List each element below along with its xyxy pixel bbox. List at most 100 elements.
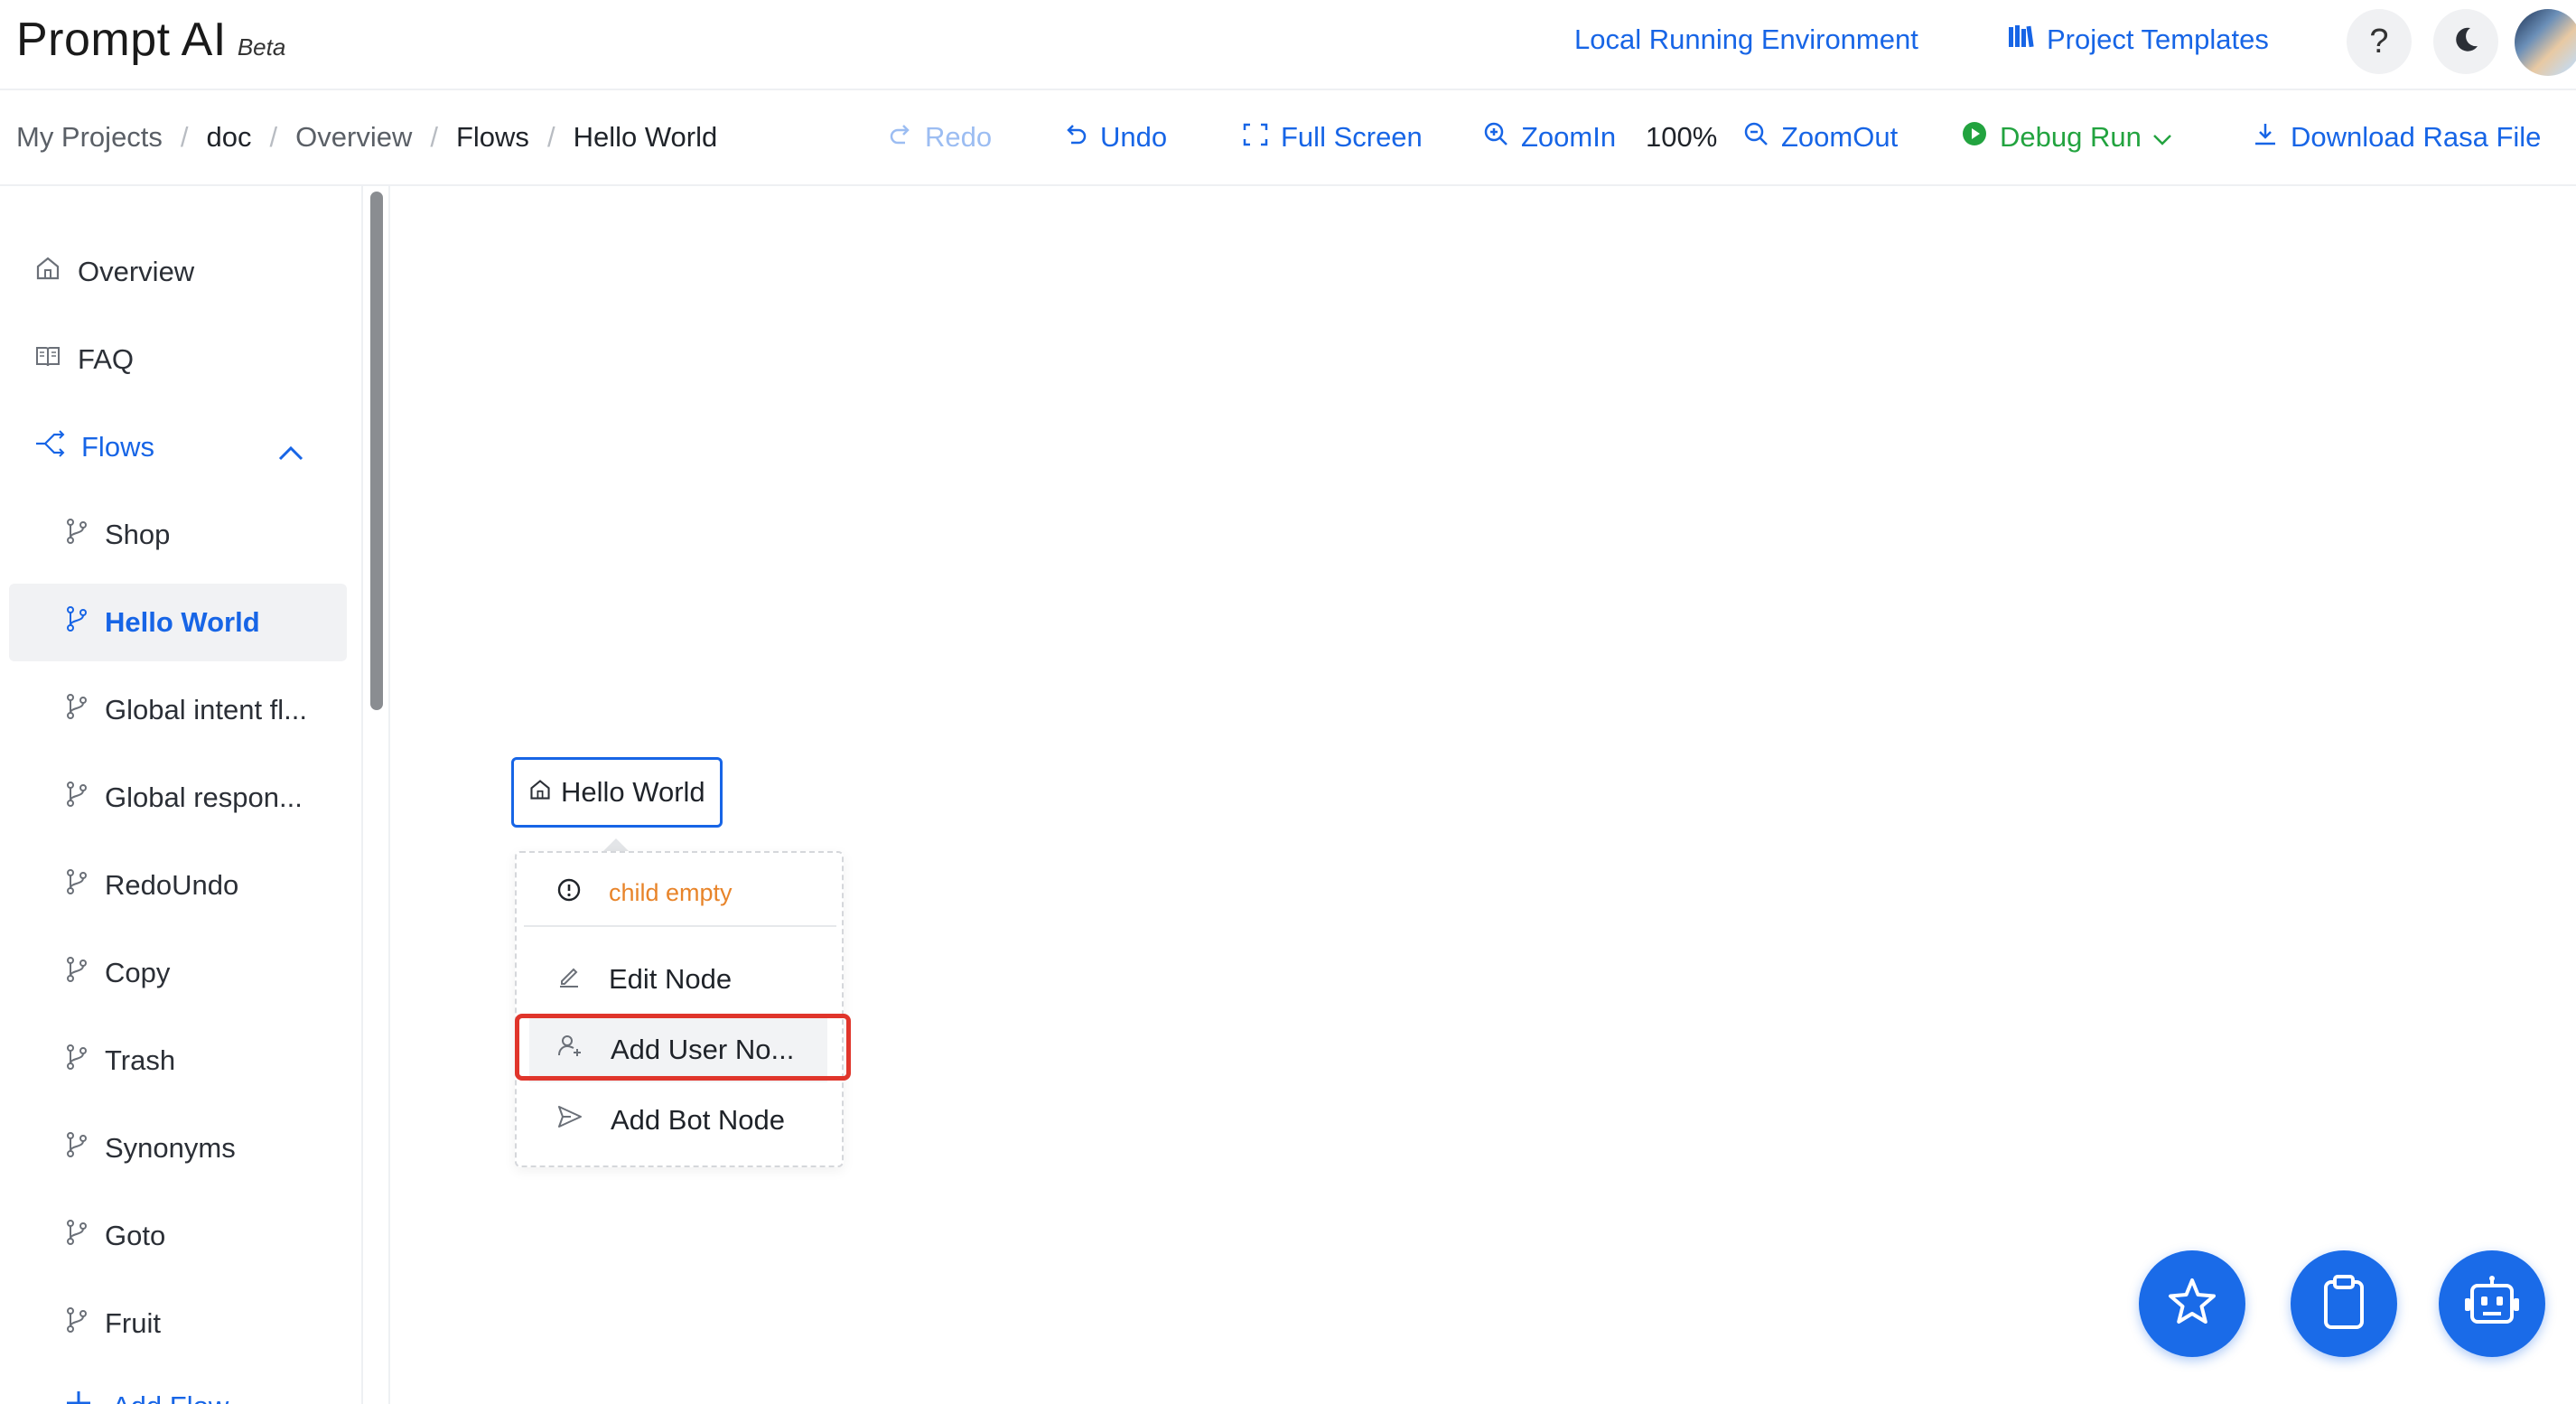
breadcrumb-flows[interactable]: Flows <box>456 121 529 154</box>
flow-label: Synonyms <box>105 1132 236 1164</box>
menu-item-add-bot-node[interactable]: Add Bot Node <box>529 1088 827 1153</box>
fullscreen-button[interactable]: Full Screen <box>1243 121 1423 154</box>
bot-assistant-button[interactable] <box>2439 1250 2545 1357</box>
fullscreen-icon <box>1243 121 1281 154</box>
undo-label: Undo <box>1100 121 1168 153</box>
zoom-out-button[interactable]: ZoomOut <box>1743 121 1898 154</box>
sidebar-flow-item-active[interactable]: Hello World <box>9 584 347 661</box>
flow-label: Trash <box>105 1044 176 1076</box>
menu-divider <box>524 925 836 927</box>
project-templates-link[interactable]: Project Templates <box>2007 23 2269 56</box>
add-flow-label: Add Flow <box>112 1390 229 1404</box>
flow-label: Fruit <box>105 1307 161 1339</box>
download-rasa-button[interactable]: Download Rasa File <box>2253 121 2541 154</box>
branch-icon <box>65 956 105 990</box>
breadcrumb-current: Hello World <box>573 121 718 153</box>
menu-item-child-empty: child empty <box>529 860 827 925</box>
sidebar-item-flows[interactable]: Flows <box>9 408 347 486</box>
flow-label: Hello World <box>105 606 260 638</box>
flow-label: Global respon... <box>105 782 303 813</box>
moon-icon <box>2450 24 2481 60</box>
sidebar-flow-item[interactable]: Synonyms <box>9 1109 347 1187</box>
sidebar-scrollbar-thumb[interactable] <box>370 192 383 710</box>
zoom-in-button[interactable]: ZoomIn <box>1483 121 1616 154</box>
brand[interactable]: Prompt AI Beta <box>16 13 285 67</box>
favorites-button[interactable] <box>2139 1250 2245 1357</box>
branch-icon <box>65 1131 105 1165</box>
redo-button[interactable]: Redo <box>889 121 992 154</box>
breadcrumb-my-projects[interactable]: My Projects <box>16 121 163 154</box>
branch-icon <box>65 518 105 552</box>
menu-item-edit-node[interactable]: Edit Node <box>529 947 827 1012</box>
flow-label: Copy <box>105 957 171 988</box>
menu-edit-label: Edit Node <box>609 963 733 995</box>
chevron-down-icon <box>2152 121 2185 154</box>
sidebar-flow-item[interactable]: Shop <box>9 496 347 574</box>
top-header: Prompt AI Beta Local Running Environment… <box>0 0 2576 90</box>
branch-icon <box>65 1219 105 1253</box>
sidebar-flow-item[interactable]: Fruit <box>9 1285 347 1362</box>
sidebar-flow-item[interactable]: Copy <box>9 934 347 1012</box>
toolbar: My Projects / doc / Overview / Flows / H… <box>0 90 2576 186</box>
menu-add-bot-label: Add Bot Node <box>611 1104 786 1136</box>
fullscreen-label: Full Screen <box>1281 121 1423 153</box>
local-env-link[interactable]: Local Running Environment <box>1574 23 1918 56</box>
local-env-label: Local Running Environment <box>1574 23 1918 55</box>
zoom-in-label: ZoomIn <box>1521 121 1617 153</box>
sidebar-flow-item[interactable]: Goto <box>9 1197 347 1275</box>
sidebar-flow-item[interactable]: Global intent fl... <box>9 671 347 749</box>
breadcrumb-separator: / <box>430 121 438 153</box>
flows-icon <box>34 430 81 464</box>
highlight-box <box>515 1014 851 1081</box>
user-avatar[interactable] <box>2515 9 2576 76</box>
breadcrumb-overview[interactable]: Overview <box>295 121 412 154</box>
redo-label: Redo <box>925 121 993 153</box>
brand-name: Prompt AI <box>16 14 227 66</box>
download-icon <box>2253 121 2291 154</box>
undo-icon <box>1064 121 1100 154</box>
breadcrumb-separator: / <box>546 121 555 153</box>
flow-label: RedoUndo <box>105 869 239 901</box>
branch-icon <box>65 781 105 815</box>
sidebar-flow-item[interactable]: Global respon... <box>9 759 347 837</box>
node-label: Hello World <box>561 776 705 808</box>
sidebar-flow-item[interactable]: Trash <box>9 1022 347 1100</box>
chevron-up-icon[interactable] <box>278 435 320 468</box>
zoom-level: 100% <box>1646 121 1718 153</box>
help-button[interactable]: ? <box>2347 9 2412 74</box>
home-icon <box>528 776 561 809</box>
help-icon: ? <box>2369 22 2389 61</box>
branch-icon <box>65 1044 105 1078</box>
dark-mode-toggle[interactable] <box>2433 9 2498 74</box>
sidebar: Overview FAQ Flows Shop Hello World Glob… <box>0 186 363 1404</box>
breadcrumb-separator: / <box>269 121 278 153</box>
flow-node-hello-world[interactable]: Hello World <box>511 757 723 828</box>
breadcrumb: My Projects / doc / Overview / Flows / H… <box>16 121 717 154</box>
redo-icon <box>889 121 925 154</box>
edit-icon <box>556 963 609 996</box>
undo-button[interactable]: Undo <box>1064 121 1167 154</box>
branch-icon <box>65 868 105 903</box>
sidebar-flow-item[interactable]: RedoUndo <box>9 847 347 924</box>
flow-label: Global intent fl... <box>105 694 308 725</box>
branch-icon <box>65 1306 105 1341</box>
sidebar-item-faq[interactable]: FAQ <box>9 321 347 398</box>
flow-label: Goto <box>105 1220 166 1251</box>
clipboard-icon <box>2319 1273 2369 1335</box>
beta-badge: Beta <box>237 33 286 61</box>
sidebar-item-overview[interactable]: Overview <box>9 233 347 311</box>
branch-icon <box>65 693 105 727</box>
node-context-menu: child empty Edit Node Add User No... Add… <box>515 851 844 1167</box>
add-flow-button[interactable]: Add Flow <box>9 1368 347 1404</box>
breadcrumb-doc[interactable]: doc <box>207 121 252 154</box>
star-icon <box>2165 1275 2219 1334</box>
debug-run-dropdown[interactable]: Debug Run <box>1962 121 2185 154</box>
clipboard-button[interactable] <box>2291 1250 2397 1357</box>
menu-warning-label: child empty <box>609 878 733 906</box>
breadcrumb-separator: / <box>180 121 189 153</box>
sidebar-item-label: Overview <box>78 256 195 287</box>
debug-run-label: Debug Run <box>2000 121 2142 153</box>
home-icon <box>34 255 78 289</box>
warning-icon <box>556 877 609 909</box>
flow-label: Shop <box>105 519 171 550</box>
